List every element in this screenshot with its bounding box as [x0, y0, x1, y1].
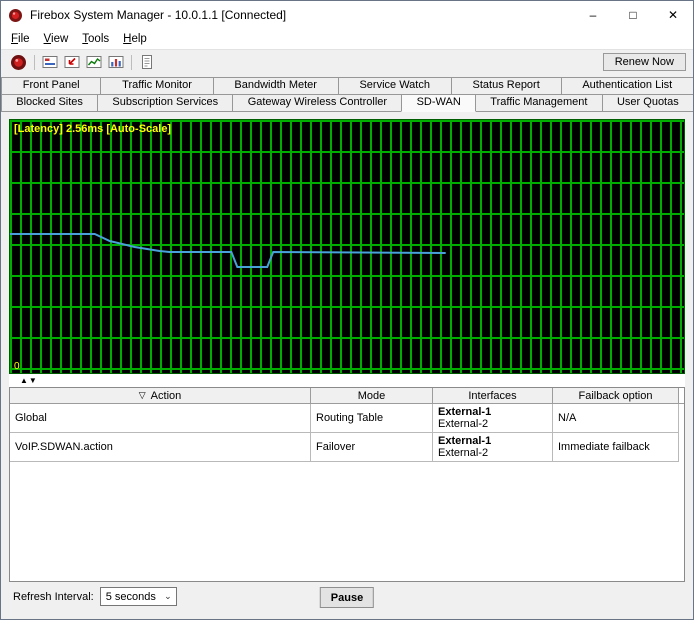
mode-cell: Failover	[311, 433, 433, 462]
secondary-interface: External-2	[438, 418, 547, 430]
titlebar: Firebox System Manager - 10.0.1.1 [Conne…	[1, 1, 693, 29]
performance-console-icon[interactable]	[61, 53, 82, 72]
chart-title-label: [Latency] 2.56ms [Auto-Scale]	[14, 123, 171, 135]
firebox-icon[interactable]	[8, 53, 29, 72]
renew-now-button[interactable]: Renew Now	[603, 53, 686, 71]
tab-subscription-services[interactable]: Subscription Services	[97, 94, 233, 112]
failback-cell: Immediate failback	[553, 433, 679, 462]
tab-status-report[interactable]: Status Report	[451, 77, 562, 95]
tab-bandwidth-meter[interactable]: Bandwidth Meter	[213, 77, 339, 95]
column-header-label: Failback option	[579, 390, 653, 402]
table-row[interactable]: VoIP.SDWAN.action Failover External-1 Ex…	[10, 433, 684, 462]
menu-accel: V	[44, 33, 51, 45]
tab-service-watch[interactable]: Service Watch	[338, 77, 452, 95]
window-controls: – □ ✕	[573, 1, 693, 29]
time-marker-strip: ▲ ▼	[9, 374, 685, 387]
window-title: Firebox System Manager - 10.0.1.1 [Conne…	[30, 8, 573, 22]
menu-item-tools[interactable]: Tools	[75, 31, 116, 47]
status-report-icon[interactable]	[136, 53, 157, 72]
column-header-failback[interactable]: Failback option	[553, 388, 679, 404]
column-header-label: Mode	[358, 390, 386, 402]
tab-sd-wan[interactable]: SD-WAN	[401, 94, 476, 112]
menu-item-view[interactable]: View	[37, 31, 76, 47]
footer: Refresh Interval: 5 seconds ⌄ Pause	[9, 582, 685, 619]
toolbar: Renew Now	[1, 49, 693, 74]
tab-user-quotas[interactable]: User Quotas	[602, 94, 694, 112]
column-header-interfaces[interactable]: Interfaces	[433, 388, 553, 404]
menubar: File View Tools Help	[1, 29, 693, 49]
app-icon	[8, 8, 23, 23]
tab-blocked-sites[interactable]: Blocked Sites	[1, 94, 98, 112]
range-marker-up-icon[interactable]: ▲	[20, 377, 28, 385]
secondary-interface: External-2	[438, 447, 547, 459]
tab-traffic-management[interactable]: Traffic Management	[475, 94, 603, 112]
menu-item-file[interactable]: File	[4, 31, 37, 47]
tab-row-2: Blocked Sites Subscription Services Gate…	[1, 94, 693, 112]
tab-front-panel[interactable]: Front Panel	[1, 77, 101, 95]
column-header-action[interactable]: ▽ Action	[10, 388, 311, 404]
latency-chart: [Latency] 2.56ms [Auto-Scale] 0	[9, 119, 685, 374]
chevron-down-icon: ⌄	[164, 591, 176, 602]
menu-label: iew	[51, 33, 68, 45]
sdwan-page: [Latency] 2.56ms [Auto-Scale] 0 ▲ ▼ ▽ Ac…	[1, 112, 693, 619]
row-filler	[679, 433, 684, 462]
refresh-interval-label: Refresh Interval:	[13, 591, 94, 603]
failback-cell: N/A	[553, 404, 679, 433]
mode-cell: Routing Table	[311, 404, 433, 433]
primary-interface: External-1	[438, 435, 547, 447]
refresh-interval-select[interactable]: 5 seconds ⌄	[100, 587, 177, 606]
column-header-mode[interactable]: Mode	[311, 388, 433, 404]
menu-label: elp	[131, 33, 146, 45]
toolbar-separator	[34, 55, 35, 70]
range-marker-down-icon[interactable]: ▼	[29, 377, 37, 385]
traffic-monitor-icon[interactable]	[39, 53, 60, 72]
menu-label: ile	[18, 33, 30, 45]
chart-origin-label: 0	[14, 361, 20, 372]
table-header-row: ▽ Action Mode Interfaces Failback option	[10, 388, 684, 404]
tab-authentication-list[interactable]: Authentication List	[561, 77, 694, 95]
menu-item-help[interactable]: Help	[116, 31, 154, 47]
sdwan-actions-table: ▽ Action Mode Interfaces Failback option…	[9, 387, 685, 582]
column-header-label: Interfaces	[468, 390, 516, 402]
interfaces-cell: External-1 External-2	[433, 433, 553, 462]
interfaces-cell: External-1 External-2	[433, 404, 553, 433]
latency-chart-canvas	[10, 120, 684, 373]
service-watch-icon[interactable]	[105, 53, 126, 72]
table-row[interactable]: Global Routing Table External-1 External…	[10, 404, 684, 433]
menu-accel: F	[11, 33, 18, 45]
pause-button[interactable]: Pause	[320, 587, 374, 608]
tab-traffic-monitor[interactable]: Traffic Monitor	[100, 77, 213, 95]
tab-strip: Front Panel Traffic Monitor Bandwidth Me…	[1, 74, 693, 112]
latency-line	[10, 234, 446, 267]
header-filler	[679, 388, 684, 404]
bandwidth-meter-icon[interactable]	[83, 53, 104, 72]
column-header-label: Action	[151, 390, 182, 402]
sort-desc-icon: ▽	[139, 390, 146, 401]
tab-gateway-wireless-controller[interactable]: Gateway Wireless Controller	[232, 94, 402, 112]
refresh-interval-value: 5 seconds	[106, 591, 156, 603]
menu-label: ools	[88, 33, 109, 45]
primary-interface: External-1	[438, 406, 547, 418]
tab-row-1: Front Panel Traffic Monitor Bandwidth Me…	[1, 77, 693, 95]
minimize-button[interactable]: –	[573, 1, 613, 29]
row-filler	[679, 404, 684, 433]
action-cell: VoIP.SDWAN.action	[10, 433, 311, 462]
toolbar-separator	[131, 55, 132, 70]
close-button[interactable]: ✕	[653, 1, 693, 29]
maximize-button[interactable]: □	[613, 1, 653, 29]
firebox-system-manager-window: Firebox System Manager - 10.0.1.1 [Conne…	[0, 0, 694, 620]
action-cell: Global	[10, 404, 311, 433]
